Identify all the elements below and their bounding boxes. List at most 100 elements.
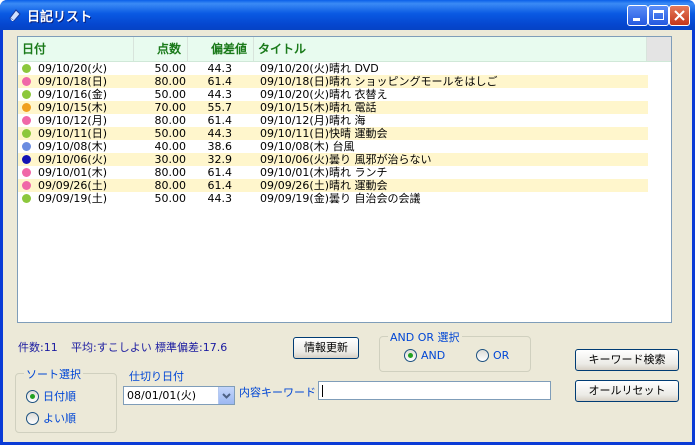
rating-dot-icon bbox=[22, 155, 31, 164]
table-row[interactable]: 09/10/11(日) 50.00 44.3 09/10/11(日)快晴 運動会 bbox=[18, 127, 648, 140]
sort-legend: ソート選択 bbox=[24, 366, 83, 382]
row-title: 09/09/19(金)曇り 自治会の会議 bbox=[260, 192, 421, 205]
row-title: 09/10/12(月)晴れ 海 bbox=[260, 114, 366, 127]
table-row[interactable]: 09/09/19(土) 50.00 44.3 09/09/19(金)曇り 自治会の会議 bbox=[18, 192, 648, 205]
table-row[interactable]: 09/10/20(火) 50.00 44.3 09/10/20(火)晴れ DVD bbox=[18, 62, 648, 75]
text-caret bbox=[322, 385, 323, 397]
refresh-button[interactable]: 情報更新 bbox=[293, 337, 359, 359]
and-or-legend: AND OR 選択 bbox=[388, 329, 462, 345]
row-date: 09/10/06(火) bbox=[38, 153, 107, 166]
row-score: 50.00 bbox=[154, 88, 187, 101]
diary-listview[interactable]: 日付 点数 偏差値 タイトル 09/10/20(火) 50.00 44.3 09/10… bbox=[17, 36, 672, 323]
window-title: 日記リスト bbox=[27, 10, 93, 25]
row-score: 50.00 bbox=[154, 127, 187, 140]
row-score: 80.00 bbox=[154, 166, 187, 179]
rating-dot-icon bbox=[22, 90, 31, 99]
table-row[interactable]: 09/10/08(木) 40.00 38.6 09/10/08(木) 台風 bbox=[18, 140, 648, 153]
row-title: 09/10/18(日)晴れ ショッピングモールをはしご bbox=[260, 75, 498, 88]
row-date: 09/10/12(月) bbox=[38, 114, 107, 127]
rating-dot-icon bbox=[22, 103, 31, 112]
cutoff-date-value: 08/01/01(火) bbox=[127, 389, 196, 402]
table-row[interactable]: 09/10/15(木) 70.00 55.7 09/10/15(木)晴れ 電話 bbox=[18, 101, 648, 114]
table-row[interactable]: 09/10/18(日) 80.00 61.4 09/10/18(日)晴れ ショッピング… bbox=[18, 75, 648, 88]
maximize-button[interactable] bbox=[648, 5, 669, 26]
row-date: 09/10/08(木) bbox=[38, 140, 107, 153]
row-title: 09/10/11(日)快晴 運動会 bbox=[260, 127, 388, 140]
cutoff-date-select[interactable]: 08/01/01(火) bbox=[123, 386, 235, 405]
and-radio-circle bbox=[404, 349, 417, 362]
row-deviation: 61.4 bbox=[207, 114, 233, 127]
row-deviation: 61.4 bbox=[207, 166, 233, 179]
row-score: 50.00 bbox=[154, 62, 187, 75]
table-row[interactable]: 09/10/16(金) 50.00 44.3 09/10/20(火)晴れ 衣替え bbox=[18, 88, 648, 101]
row-deviation: 61.4 bbox=[207, 179, 233, 192]
cutoff-date-dropdown-button[interactable] bbox=[218, 387, 234, 404]
keyword-search-button[interactable]: キーワード検索 bbox=[575, 349, 679, 371]
and-radio-dot bbox=[408, 353, 413, 358]
row-title: 09/10/15(木)晴れ 電話 bbox=[260, 101, 377, 114]
row-title: 09/10/20(火)晴れ 衣替え bbox=[260, 88, 388, 101]
row-date: 09/10/16(金) bbox=[38, 88, 107, 101]
row-date: 09/10/20(火) bbox=[38, 62, 107, 75]
cutoff-date-label: 仕切り日付 bbox=[129, 370, 184, 383]
column-header-deviation[interactable]: 偏差値 bbox=[188, 37, 254, 61]
row-title: 09/09/26(土)晴れ 運動会 bbox=[260, 179, 388, 192]
row-date: 09/10/15(木) bbox=[38, 101, 107, 114]
and-or-groupbox: AND OR 選択 AND OR bbox=[379, 329, 531, 372]
title-bar[interactable]: 日記リスト bbox=[0, 0, 695, 30]
minimize-button[interactable] bbox=[627, 5, 648, 26]
or-radio-circle bbox=[476, 349, 489, 362]
table-row[interactable]: 09/09/26(土) 80.00 61.4 09/09/26(土)晴れ 運動会 bbox=[18, 179, 648, 192]
row-score: 80.00 bbox=[154, 114, 187, 127]
row-date: 09/10/11(日) bbox=[38, 127, 107, 140]
rating-dot-icon bbox=[22, 116, 31, 125]
row-title: 09/10/08(木) 台風 bbox=[260, 140, 355, 153]
header-scroll-spacer bbox=[647, 37, 671, 61]
status-stddev: 標準偏差:17.6 bbox=[155, 341, 228, 354]
sort-groupbox: ソート選択 日付順 よい順 bbox=[15, 366, 117, 433]
close-button[interactable] bbox=[669, 5, 690, 26]
table-row[interactable]: 09/10/12(月) 80.00 61.4 09/10/12(月)晴れ 海 bbox=[18, 114, 648, 127]
rating-dot-icon bbox=[22, 64, 31, 73]
diary-list-window: 日記リスト 日付 点数 偏差値 タイトル 09/10/20(火) 50.00 44.… bbox=[0, 0, 695, 445]
sort-by-date-radio-circle bbox=[26, 390, 39, 403]
table-row[interactable]: 09/10/01(木) 80.00 61.4 09/10/01(木)晴れ ランチ bbox=[18, 166, 648, 179]
rating-dot-icon bbox=[22, 168, 31, 177]
close-icon bbox=[674, 10, 685, 21]
row-deviation: 44.3 bbox=[207, 88, 233, 101]
chevron-down-icon bbox=[222, 393, 231, 399]
row-title: 09/10/06(火)曇り 風邪が治らない bbox=[260, 153, 432, 166]
and-radio-label: AND bbox=[421, 349, 446, 362]
content-keyword-input[interactable] bbox=[318, 381, 551, 400]
row-score: 80.00 bbox=[154, 75, 187, 88]
reset-all-button[interactable]: オールリセット bbox=[575, 380, 679, 402]
column-header-score[interactable]: 点数 bbox=[134, 37, 188, 61]
row-date: 09/10/18(日) bbox=[38, 75, 107, 88]
app-icon bbox=[9, 9, 21, 22]
column-header-date[interactable]: 日付 bbox=[18, 37, 134, 61]
rating-dot-icon bbox=[22, 194, 31, 203]
rating-dot-icon bbox=[22, 129, 31, 138]
row-score: 50.00 bbox=[154, 192, 187, 205]
row-deviation: 32.9 bbox=[207, 153, 233, 166]
listview-header: 日付 点数 偏差値 タイトル bbox=[18, 37, 671, 62]
row-date: 09/09/19(土) bbox=[38, 192, 107, 205]
row-deviation: 61.4 bbox=[207, 75, 233, 88]
sort-by-date-radio-dot bbox=[30, 394, 35, 399]
status-average: 平均:すこしよい bbox=[71, 341, 152, 354]
row-deviation: 44.3 bbox=[207, 192, 233, 205]
row-date: 09/10/01(木) bbox=[38, 166, 107, 179]
row-title: 09/10/01(木)晴れ ランチ bbox=[260, 166, 388, 179]
sort-by-good-radio-circle bbox=[26, 412, 39, 425]
row-deviation: 44.3 bbox=[207, 62, 233, 75]
sort-by-date-label: 日付順 bbox=[43, 390, 76, 403]
row-deviation: 38.6 bbox=[207, 140, 233, 153]
table-row[interactable]: 09/10/06(火) 30.00 32.9 09/10/06(火)曇り 風邪が治らな… bbox=[18, 153, 648, 166]
rating-dot-icon bbox=[22, 181, 31, 190]
row-score: 40.00 bbox=[154, 140, 187, 153]
column-header-title[interactable]: タイトル bbox=[254, 37, 647, 61]
minimize-icon bbox=[633, 18, 640, 21]
row-date: 09/09/26(土) bbox=[38, 179, 107, 192]
row-deviation: 44.3 bbox=[207, 127, 233, 140]
content-keyword-label: 内容キーワード bbox=[239, 386, 316, 399]
